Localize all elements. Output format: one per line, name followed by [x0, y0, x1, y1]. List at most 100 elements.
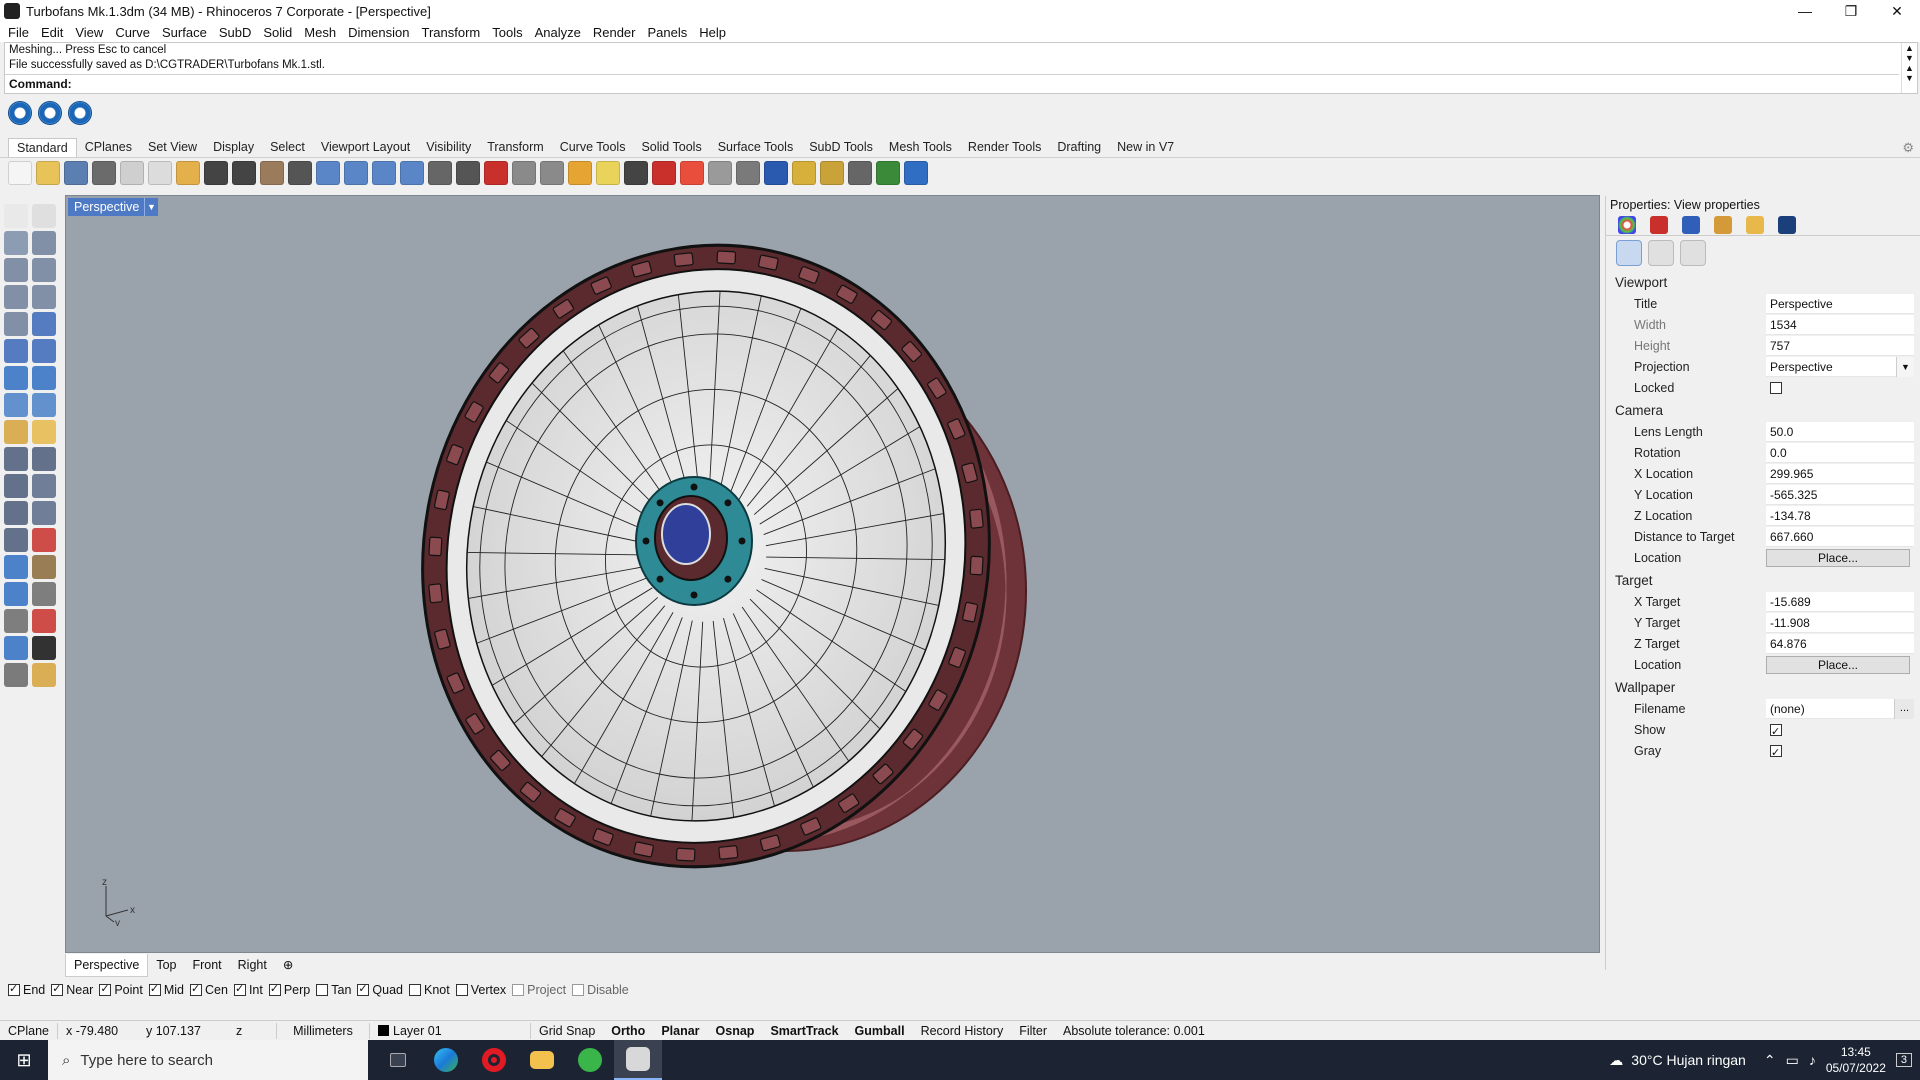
zoom-selected-icon[interactable]	[400, 161, 424, 185]
filter-icon[interactable]	[848, 161, 872, 185]
cut-icon[interactable]	[176, 161, 200, 185]
osnap-checkbox[interactable]	[233, 982, 246, 996]
menu-mesh[interactable]: Mesh	[298, 25, 342, 40]
osnap-checkbox[interactable]	[512, 984, 525, 996]
command-scrollbar[interactable]: ▲ ▼ ▲ ▼	[1901, 43, 1917, 93]
opera-browser-icon[interactable]	[470, 1040, 518, 1080]
osnap-end[interactable]: End	[8, 982, 45, 997]
shaded-icon[interactable]	[708, 161, 732, 185]
osnap-checkbox[interactable]	[409, 984, 421, 996]
rotation-field[interactable]: 0.0	[1766, 442, 1914, 463]
projection-select[interactable]: Perspective ▼	[1766, 356, 1914, 377]
grid-icon[interactable]	[456, 161, 480, 185]
gray-checkbox[interactable]	[1770, 743, 1782, 763]
left-tool-36-icon[interactable]	[32, 663, 56, 687]
x-location-field[interactable]: 299.965	[1766, 463, 1914, 484]
chevron-down-icon[interactable]: ▼	[1896, 356, 1914, 377]
browse-button[interactable]: ...	[1894, 698, 1914, 719]
menu-edit[interactable]: Edit	[35, 25, 69, 40]
globe-icon[interactable]	[876, 161, 900, 185]
rhino-settings-icon[interactable]	[8, 101, 32, 125]
gumball-toggle[interactable]: Gumball	[847, 1024, 913, 1038]
close-button[interactable]: ✕	[1874, 0, 1920, 22]
osnap-checkbox[interactable]	[357, 982, 370, 996]
help-icon[interactable]	[904, 161, 928, 185]
osnap-checkbox[interactable]	[51, 982, 64, 996]
task-view-icon[interactable]	[374, 1040, 422, 1080]
osnap-checkbox[interactable]	[455, 984, 468, 996]
left-tool-19-icon[interactable]	[4, 447, 28, 471]
camera-icon[interactable]	[1616, 240, 1642, 266]
weather-widget[interactable]: ☁ 30°C Hujan ringan	[1601, 1052, 1754, 1069]
osnap-checkbox[interactable]	[148, 982, 161, 996]
left-tool-18-icon[interactable]	[32, 420, 56, 444]
pencil-icon[interactable]	[1648, 240, 1674, 266]
tab-set-view[interactable]: Set View	[140, 138, 205, 157]
left-tool-27-icon[interactable]	[4, 555, 28, 579]
left-tool-6-icon[interactable]	[32, 258, 56, 282]
undo-icon[interactable]	[232, 161, 256, 185]
wheel-model-render[interactable]	[66, 196, 1600, 953]
filename-field[interactable]: (none)...	[1766, 698, 1914, 719]
tab-render-tools[interactable]: Render Tools	[960, 138, 1049, 157]
light-icon[interactable]	[568, 161, 592, 185]
lock-icon[interactable]	[596, 161, 620, 185]
menu-subd[interactable]: SubD	[213, 25, 258, 40]
taskbar-search-box[interactable]: ⌕ Type here to search	[48, 1040, 368, 1080]
osnap-mid[interactable]: Mid	[148, 982, 184, 997]
tab-surface-tools[interactable]: Surface Tools	[710, 138, 802, 157]
menu-render[interactable]: Render	[587, 25, 642, 40]
left-tool-34-icon[interactable]	[32, 636, 56, 660]
tab-standard[interactable]: Standard	[8, 138, 77, 157]
left-tool-2-icon[interactable]	[32, 204, 56, 228]
folder-icon[interactable]	[1746, 215, 1764, 234]
planar-toggle[interactable]: Planar	[653, 1024, 707, 1038]
left-tool-8-icon[interactable]	[32, 285, 56, 309]
menu-panels[interactable]: Panels	[641, 25, 693, 40]
osnap-knot[interactable]: Knot	[409, 983, 450, 997]
filter-toggle[interactable]: Filter	[1011, 1024, 1055, 1038]
viewport-frame-icon[interactable]	[1680, 240, 1706, 266]
tab-visibility[interactable]: Visibility	[418, 138, 479, 157]
osnap-toggle[interactable]: Osnap	[708, 1024, 763, 1038]
left-tool-23-icon[interactable]	[4, 501, 28, 525]
import-icon[interactable]	[120, 161, 144, 185]
menu-curve[interactable]: Curve	[109, 25, 156, 40]
osnap-checkbox[interactable]	[190, 982, 202, 996]
menu-transform[interactable]: Transform	[415, 25, 486, 40]
color-wheel-icon[interactable]	[652, 161, 676, 185]
zoom-extents-icon[interactable]	[372, 161, 396, 185]
tab-viewport-layout[interactable]: Viewport Layout	[313, 138, 418, 157]
left-tool-29-icon[interactable]	[4, 582, 28, 606]
left-tool-10-icon[interactable]	[32, 312, 56, 336]
osnap-vertex[interactable]: Vertex	[455, 983, 506, 997]
height-field[interactable]: 757	[1766, 335, 1914, 356]
tab-mesh-tools[interactable]: Mesh Tools	[881, 138, 960, 157]
menu-file[interactable]: File	[2, 25, 35, 40]
network-icon[interactable]: ▭	[1786, 1052, 1799, 1069]
world-icon[interactable]	[764, 161, 788, 185]
object-properties-icon[interactable]	[1618, 215, 1636, 234]
osnap-near[interactable]: Near	[51, 982, 93, 997]
open-file-icon[interactable]	[36, 161, 60, 185]
viewport-title[interactable]: Perspective	[68, 198, 146, 216]
script-icon[interactable]	[820, 161, 844, 185]
tab-drafting[interactable]: Drafting	[1049, 138, 1109, 157]
properties-icon[interactable]	[792, 161, 816, 185]
car-render-icon[interactable]	[484, 161, 508, 185]
material-icon[interactable]	[624, 161, 648, 185]
lens-length-field[interactable]: 50.0	[1766, 421, 1914, 442]
tab-front[interactable]: Front	[184, 954, 229, 976]
rotate-view-icon[interactable]	[428, 161, 452, 185]
taskbar-clock[interactable]: 13:45 05/07/2022	[1826, 1044, 1886, 1076]
file-explorer-icon[interactable]	[518, 1040, 566, 1080]
distance-to-target-field[interactable]: 667.660	[1766, 526, 1914, 547]
z-target-field[interactable]: 64.876	[1766, 633, 1914, 654]
osnap-disable[interactable]: Disable	[572, 983, 629, 997]
tab-subd-tools[interactable]: SubD Tools	[801, 138, 881, 157]
left-tool-25-icon[interactable]	[4, 528, 28, 552]
tab-display[interactable]: Display	[205, 138, 262, 157]
y-location-field[interactable]: -565.325	[1766, 484, 1914, 505]
place-camera-button[interactable]: Place...	[1766, 548, 1910, 567]
chevron-up-icon[interactable]: ⌃	[1764, 1052, 1776, 1069]
